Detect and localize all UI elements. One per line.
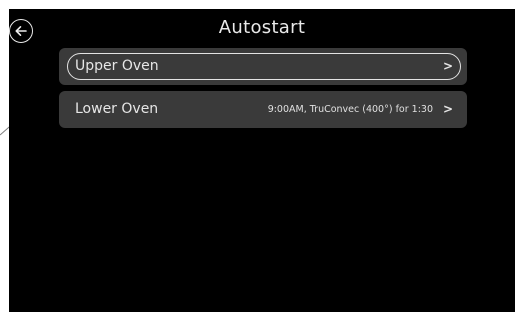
list-item-upper-oven[interactable]: Upper Oven > [59, 48, 467, 85]
row-label: Lower Oven [75, 101, 159, 117]
oven-screen: Autostart Upper Oven > Lower Oven 9:00AM… [9, 9, 515, 312]
chevron-right-icon: > [442, 59, 453, 73]
list-item-lower-oven[interactable]: Lower Oven 9:00AM, TruConvec (400°) for … [59, 91, 467, 128]
page: Autostart Upper Oven > Lower Oven 9:00AM… [0, 0, 515, 312]
chevron-right-icon: > [442, 102, 453, 116]
row-label: Upper Oven [75, 58, 159, 74]
row-detail: 9:00AM, TruConvec (400°) for 1:30 [267, 104, 433, 115]
page-title: Autostart [218, 17, 306, 38]
